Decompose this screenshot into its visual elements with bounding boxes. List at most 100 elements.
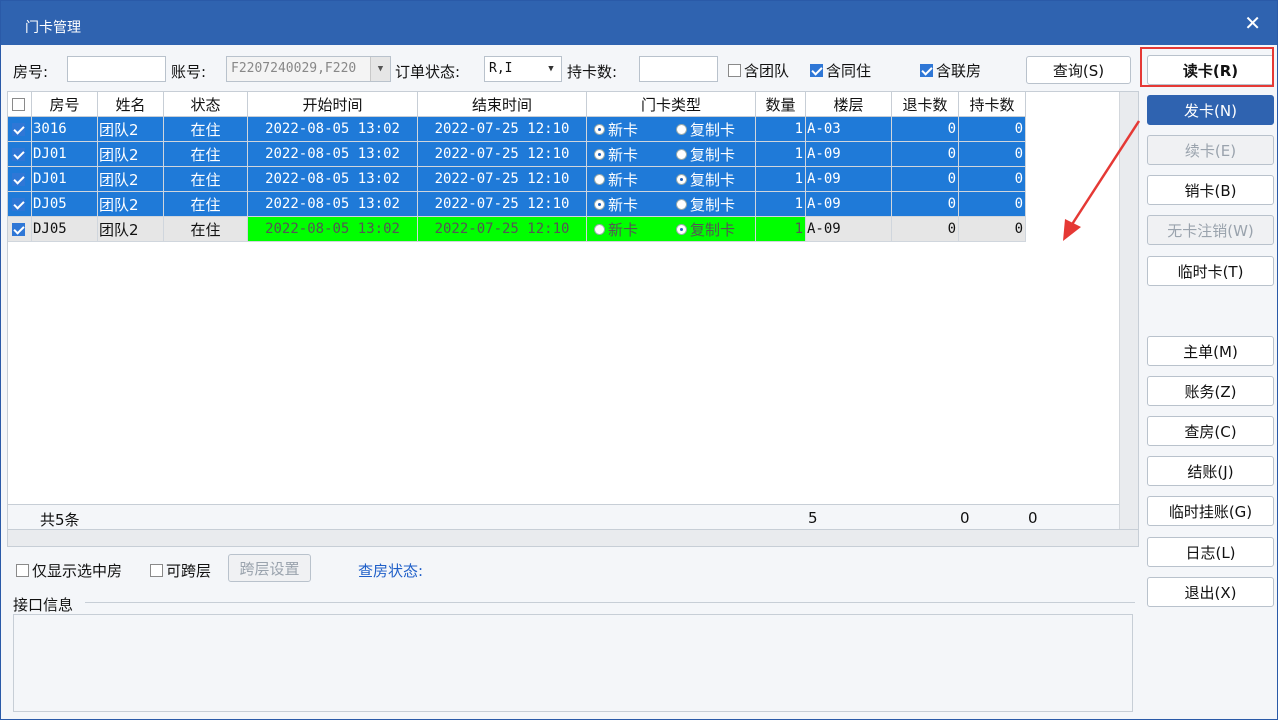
new-card-radio[interactable]: 新卡 bbox=[594, 169, 638, 190]
cross-floor-checkbox[interactable]: 可跨层 bbox=[150, 560, 211, 581]
header-count[interactable]: 数量 bbox=[756, 92, 806, 117]
table-header: 房号 姓名 状态 开始时间 结束时间 门卡类型 数量 楼层 退卡数 持卡数 bbox=[8, 92, 1026, 117]
copy-card-radio[interactable]: 复制卡 bbox=[676, 144, 735, 165]
chevron-down-icon[interactable]: ▼ bbox=[541, 57, 561, 81]
table-row[interactable]: 3016 团队2 在住 2022-08-05 13:02 2022-07-25 12:1… bbox=[8, 117, 1026, 142]
header-returned[interactable]: 退卡数 bbox=[892, 92, 959, 117]
status-cell: 在住 bbox=[164, 167, 248, 192]
copy-card-radio[interactable]: 复制卡 bbox=[676, 169, 735, 190]
card-type-cell[interactable]: 新卡 复制卡 bbox=[587, 142, 756, 167]
new-card-radio[interactable]: 新卡 bbox=[594, 194, 638, 215]
room-label: 房号: bbox=[13, 63, 49, 81]
radio-icon bbox=[676, 223, 688, 235]
name-cell: 团队2 bbox=[98, 167, 164, 192]
start-time-cell: 2022-08-05 13:02 bbox=[248, 217, 418, 242]
master-bill-button[interactable]: 主单(M) bbox=[1147, 336, 1274, 366]
checkbox-checked-icon bbox=[11, 172, 25, 186]
radio-label: 新卡 bbox=[608, 195, 639, 214]
held-cell: 0 bbox=[959, 217, 1026, 242]
cross-floor-settings-button[interactable]: 跨层设置 bbox=[228, 554, 311, 582]
cardless-cancel-button[interactable]: 无卡注销(W) bbox=[1147, 215, 1274, 245]
row-checkbox[interactable] bbox=[8, 142, 32, 167]
order-status-dropdown[interactable]: R,I ▼ bbox=[484, 56, 562, 82]
status-cell: 在住 bbox=[164, 192, 248, 217]
held-cell: 0 bbox=[959, 192, 1026, 217]
chevron-down-icon[interactable]: ▼ bbox=[370, 57, 390, 81]
floor-cell: A-09 bbox=[806, 192, 892, 217]
interface-info-textarea[interactable] bbox=[13, 614, 1133, 712]
checkout-status-label: 查房状态: bbox=[358, 562, 424, 580]
row-checkbox[interactable] bbox=[8, 192, 32, 217]
floor-cell: A-09 bbox=[806, 167, 892, 192]
include-cohabit-checkbox[interactable]: 含同住 bbox=[810, 60, 871, 81]
checkbox-icon bbox=[16, 564, 29, 577]
status-cell: 在住 bbox=[164, 217, 248, 242]
copy-card-radio[interactable]: 复制卡 bbox=[676, 219, 735, 240]
header-select-all[interactable] bbox=[8, 92, 32, 117]
header-start-time[interactable]: 开始时间 bbox=[248, 92, 418, 117]
query-button[interactable]: 查询(S) bbox=[1026, 56, 1131, 84]
card-type-cell[interactable]: 新卡 复制卡 bbox=[587, 217, 756, 242]
radio-label: 复制卡 bbox=[690, 195, 736, 214]
checkout-button[interactable]: 结账(J) bbox=[1147, 456, 1274, 486]
header-held[interactable]: 持卡数 bbox=[959, 92, 1026, 117]
only-selected-checkbox[interactable]: 仅显示选中房 bbox=[16, 560, 122, 581]
row-checkbox[interactable] bbox=[8, 217, 32, 242]
header-room[interactable]: 房号 bbox=[32, 92, 98, 117]
header-card-type[interactable]: 门卡类型 bbox=[587, 92, 756, 117]
check-room-button[interactable]: 查房(C) bbox=[1147, 416, 1274, 446]
renew-card-button[interactable]: 续卡(E) bbox=[1147, 135, 1274, 165]
room-cell: 3016 bbox=[32, 117, 98, 142]
issue-card-button[interactable]: 发卡(N) bbox=[1147, 95, 1274, 125]
header-status[interactable]: 状态 bbox=[164, 92, 248, 117]
checkbox-icon bbox=[11, 98, 25, 111]
checkbox-icon bbox=[150, 564, 163, 577]
status-cell: 在住 bbox=[164, 117, 248, 142]
held-cell: 0 bbox=[959, 117, 1026, 142]
checkbox-checked-icon bbox=[11, 197, 25, 211]
card-type-cell[interactable]: 新卡 复制卡 bbox=[587, 167, 756, 192]
card-count-input[interactable] bbox=[639, 56, 718, 82]
log-button[interactable]: 日志(L) bbox=[1147, 537, 1274, 567]
table-row[interactable]: DJ05 团队2 在住 2022-08-05 13:02 2022-07-25 12:1… bbox=[8, 217, 1026, 242]
end-time-cell: 2022-07-25 12:10 bbox=[418, 142, 587, 167]
checkbox-icon bbox=[728, 64, 741, 77]
include-linked-checkbox[interactable]: 含联房 bbox=[920, 60, 981, 81]
header-end-time[interactable]: 结束时间 bbox=[418, 92, 587, 117]
card-type-cell[interactable]: 新卡 复制卡 bbox=[587, 117, 756, 142]
cross-floor-label: 可跨层 bbox=[166, 562, 212, 580]
header-name[interactable]: 姓名 bbox=[98, 92, 164, 117]
include-group-checkbox[interactable]: 含团队 bbox=[728, 60, 789, 81]
temp-hang-button[interactable]: 临时挂账(G) bbox=[1147, 496, 1274, 526]
horizontal-scrollbar[interactable] bbox=[7, 529, 1139, 547]
copy-card-radio[interactable]: 复制卡 bbox=[676, 194, 735, 215]
table-row[interactable]: DJ01 团队2 在住 2022-08-05 13:02 2022-07-25 12:1… bbox=[8, 167, 1026, 192]
header-floor[interactable]: 楼层 bbox=[806, 92, 892, 117]
window-title: 门卡管理 bbox=[25, 20, 81, 36]
card-type-cell[interactable]: 新卡 复制卡 bbox=[587, 192, 756, 217]
row-checkbox[interactable] bbox=[8, 117, 32, 142]
new-card-radio[interactable]: 新卡 bbox=[594, 119, 638, 140]
checkbox-checked-icon bbox=[11, 222, 25, 236]
new-card-radio[interactable]: 新卡 bbox=[594, 144, 638, 165]
account-dropdown[interactable]: F2207240029,F220 ▼ bbox=[226, 56, 391, 82]
room-cell: DJ05 bbox=[32, 217, 98, 242]
radio-icon bbox=[594, 198, 605, 210]
highlight-box bbox=[1140, 47, 1274, 87]
row-checkbox[interactable] bbox=[8, 167, 32, 192]
table-row[interactable]: DJ01 团队2 在住 2022-08-05 13:02 2022-07-25 12:1… bbox=[8, 142, 1026, 167]
account-label: 账号: bbox=[171, 63, 207, 81]
copy-card-radio[interactable]: 复制卡 bbox=[676, 119, 735, 140]
table-row[interactable]: DJ05 团队2 在住 2022-08-05 13:02 2022-07-25 12:1… bbox=[8, 192, 1026, 217]
exit-button[interactable]: 退出(X) bbox=[1147, 577, 1274, 607]
temp-card-button[interactable]: 临时卡(T) bbox=[1147, 256, 1274, 286]
new-card-radio[interactable]: 新卡 bbox=[594, 219, 638, 240]
cancel-card-button[interactable]: 销卡(B) bbox=[1147, 175, 1274, 205]
close-icon[interactable]: ✕ bbox=[1244, 13, 1261, 33]
radio-icon bbox=[594, 173, 605, 185]
divider bbox=[85, 602, 1135, 603]
floor-cell: A-09 bbox=[806, 217, 892, 242]
count-cell: 1 bbox=[756, 167, 806, 192]
accounts-button[interactable]: 账务(Z) bbox=[1147, 376, 1274, 406]
room-input[interactable] bbox=[67, 56, 166, 82]
